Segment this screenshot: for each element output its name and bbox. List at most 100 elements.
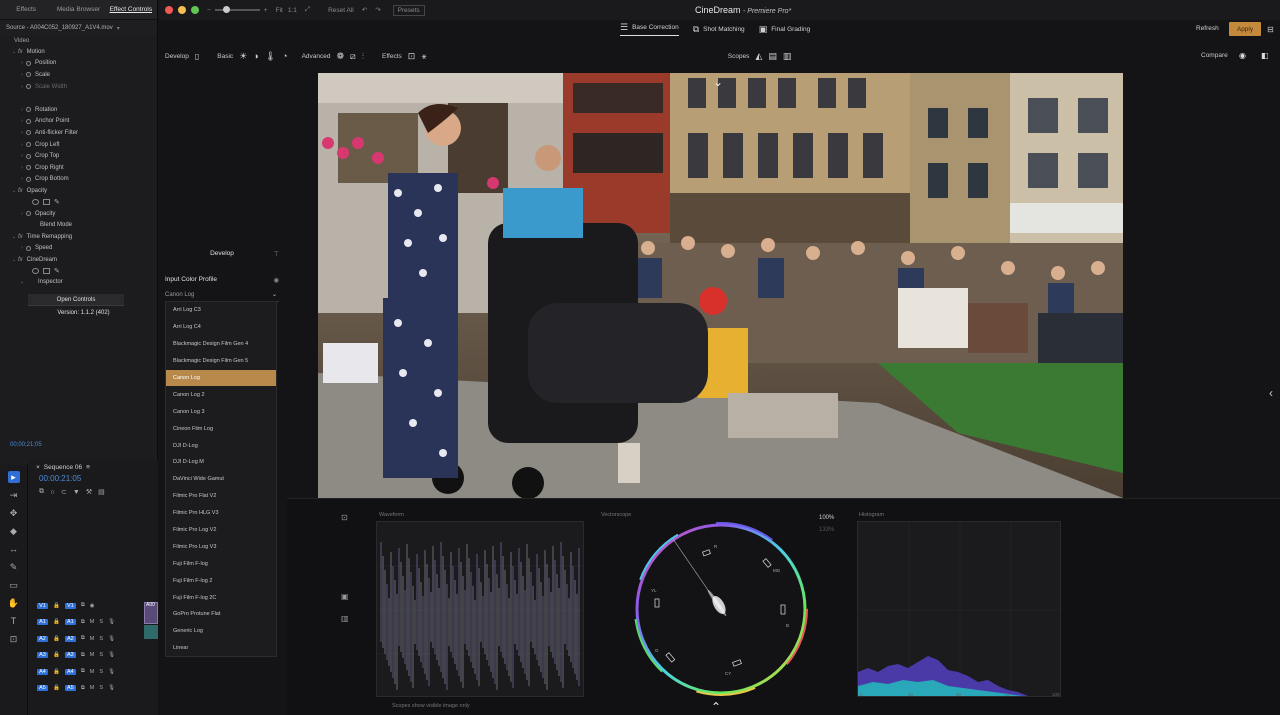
- vectorscope-icon[interactable]: ▤: [768, 51, 777, 62]
- exposure-icon[interactable]: ☀: [239, 51, 247, 62]
- lock-icon[interactable]: 🔒: [53, 619, 60, 625]
- refresh-button[interactable]: Refresh: [1196, 25, 1219, 32]
- expand-toggle-icon[interactable]: ›: [18, 118, 26, 124]
- close-icon[interactable]: ×: [36, 464, 40, 471]
- effect-row[interactable]: › Rotation: [0, 104, 157, 116]
- fit-button[interactable]: Fit: [276, 7, 283, 14]
- expand-toggle-icon[interactable]: ›: [18, 72, 26, 78]
- track-header[interactable]: A5 🔒 A5 ⧉ M S 🎙: [29, 683, 158, 695]
- pen-mask-icon[interactable]: ✎: [54, 267, 60, 275]
- track-target[interactable]: A1: [64, 619, 76, 626]
- ellipse-mask-icon[interactable]: [32, 268, 39, 275]
- effect-row[interactable]: › Speed: [0, 243, 157, 255]
- expand-right-icon[interactable]: ‹: [1269, 386, 1273, 400]
- expand-toggle-icon[interactable]: ›: [18, 130, 26, 136]
- expand-toggle-icon[interactable]: ›: [18, 142, 26, 148]
- solo-button[interactable]: S: [99, 636, 103, 642]
- mic-icon[interactable]: 🎙: [108, 669, 115, 675]
- stopwatch-icon[interactable]: [26, 176, 31, 182]
- tab-media-browser[interactable]: Media Browser: [52, 6, 104, 13]
- stopwatch-icon[interactable]: [26, 60, 31, 66]
- effect-row[interactable]: ⌄ fx Motion: [0, 46, 157, 58]
- sync-lock-icon[interactable]: ⧉: [81, 652, 85, 659]
- mic-icon[interactable]: 🎙: [108, 652, 115, 658]
- solo-button[interactable]: S: [99, 652, 103, 658]
- window-close-button[interactable]: [165, 6, 173, 14]
- curves-icon[interactable]: ⧄: [350, 51, 356, 62]
- track-source-patch[interactable]: V1: [37, 602, 48, 609]
- expand-toggle-icon[interactable]: ›: [18, 107, 26, 113]
- track-header[interactable]: A1 🔒 A1 ⧉ M S 🎙: [29, 617, 158, 629]
- mixer-icon[interactable]: ⫶: [362, 51, 364, 62]
- color-profile-option[interactable]: Filmic Pro Flat V2: [166, 488, 276, 505]
- scope-image-icon[interactable]: ▣: [341, 592, 349, 601]
- rectangle-icon[interactable]: ▭: [8, 579, 20, 591]
- color-profile-option[interactable]: Blackmagic Design Film Gen 4: [166, 336, 276, 353]
- contrast-icon[interactable]: ◑: [253, 51, 258, 61]
- slip-icon[interactable]: ↔: [8, 543, 20, 555]
- track-source-patch[interactable]: A2: [37, 635, 48, 642]
- linked-icon[interactable]: ⊂: [61, 488, 67, 496]
- track-target[interactable]: A2: [64, 635, 76, 642]
- color-profile-option[interactable]: DJI D-Log: [166, 437, 276, 454]
- color-profile-option[interactable]: Cineon Film Log: [166, 420, 276, 437]
- expand-toggle-icon[interactable]: ⌄: [10, 234, 18, 240]
- presets-button[interactable]: Presets: [392, 4, 425, 16]
- color-profile-option[interactable]: Generic Log: [166, 623, 276, 640]
- focus-icon[interactable]: ⊡: [408, 51, 416, 62]
- expand-toggle-icon[interactable]: ›: [18, 211, 26, 217]
- stopwatch-icon[interactable]: [26, 118, 31, 124]
- magic-wand-icon[interactable]: ⚹: [421, 51, 426, 62]
- stopwatch-icon[interactable]: [26, 165, 31, 171]
- effect-row[interactable]: › Crop Top: [0, 150, 157, 162]
- color-profile-option[interactable]: DJI D-Log M: [166, 454, 276, 471]
- track-target[interactable]: A3: [64, 652, 76, 659]
- stopwatch-icon[interactable]: [26, 107, 31, 113]
- pen-mask-icon[interactable]: ✎: [54, 198, 60, 206]
- tab-effect-controls[interactable]: Effect Controls: [105, 6, 157, 13]
- expand-toggle-icon[interactable]: ›: [18, 84, 26, 90]
- caption-icon[interactable]: ⊡: [8, 633, 20, 645]
- zoom-slider-knob[interactable]: [222, 6, 230, 13]
- color-profile-option[interactable]: Filmic Pro Log V2: [166, 522, 276, 539]
- color-profile-option[interactable]: Filmic Pro HLG V3: [166, 505, 276, 522]
- source-menu-icon[interactable]: ▾: [117, 25, 120, 32]
- effect-row[interactable]: › Opacity: [0, 208, 157, 220]
- solo-button[interactable]: S: [99, 685, 103, 691]
- solo-button[interactable]: S: [99, 619, 103, 625]
- viewer-image[interactable]: [318, 73, 1123, 498]
- lock-icon[interactable]: 🔒: [53, 636, 60, 642]
- vectorscope-zoom-100[interactable]: 100%: [819, 515, 834, 521]
- mic-icon[interactable]: 🎙: [108, 619, 115, 625]
- eye-icon[interactable]: ◉: [90, 603, 95, 609]
- fullscreen-icon[interactable]: ⤢: [305, 6, 310, 14]
- fx-badge-icon[interactable]: fx: [18, 188, 23, 194]
- effect-row[interactable]: › Crop Bottom: [0, 174, 157, 186]
- effect-row[interactable]: › Anti-flicker Filter: [0, 127, 157, 139]
- color-wheels-icon[interactable]: ❁: [336, 51, 344, 62]
- mode-base-correction[interactable]: ☰ Base Correction: [620, 22, 679, 36]
- effect-row[interactable]: › Position: [0, 58, 157, 70]
- scope-chart-icon[interactable]: ▥: [341, 614, 349, 623]
- effect-row[interactable]: › Anchor Point: [0, 116, 157, 128]
- effect-row[interactable]: Blend Mode: [0, 219, 157, 231]
- solo-button[interactable]: S: [99, 669, 103, 675]
- fx-badge-icon[interactable]: fx: [18, 257, 23, 263]
- eye-icon[interactable]: ◉: [273, 276, 279, 284]
- mute-button[interactable]: M: [90, 619, 95, 625]
- track-target[interactable]: V1: [64, 602, 76, 609]
- color-profile-option[interactable]: Filmic Pro Log V3: [166, 538, 276, 555]
- effect-row[interactable]: ⌄ fx CineDream: [0, 254, 157, 266]
- marker-icon[interactable]: ▼: [73, 489, 80, 496]
- sync-lock-icon[interactable]: ⧉: [81, 685, 85, 692]
- track-source-patch[interactable]: A4: [37, 668, 48, 675]
- color-profile-option[interactable]: Fuji Film F-log 2: [166, 572, 276, 589]
- mute-button[interactable]: M: [90, 685, 95, 691]
- color-profile-select[interactable]: Canon Log ⌄: [165, 288, 279, 302]
- track-header[interactable]: V1 🔒 V1 ⧉ ◉: [29, 600, 158, 612]
- stopwatch-icon[interactable]: [26, 245, 31, 251]
- mode-final-grading[interactable]: ▣ Final Grading: [759, 24, 811, 35]
- effect-row[interactable]: ⌄ fx Time Remapping: [0, 231, 157, 243]
- sequence-timecode[interactable]: 00:00:21:05: [29, 474, 158, 486]
- stopwatch-icon[interactable]: [26, 84, 31, 90]
